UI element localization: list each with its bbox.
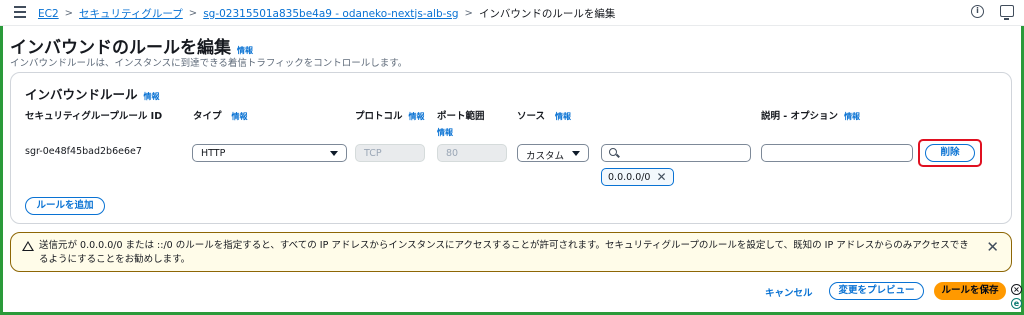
port-info-link[interactable]: 情報: [437, 127, 453, 138]
warning-alert: 送信元が 0.0.0.0/0 または ::/0 のルールを指定すると、すべての …: [10, 232, 1012, 272]
delete-highlight: [918, 139, 982, 167]
description-input[interactable]: [761, 144, 913, 162]
info-icon[interactable]: i: [971, 5, 984, 18]
preview-changes-button[interactable]: 変更をプレビュー: [829, 282, 924, 300]
close-icon[interactable]: ✕: [656, 171, 666, 183]
source-search-input[interactable]: [601, 144, 751, 162]
rule-id-value: sgr-0e48f45bad2b6e6e7: [25, 146, 142, 157]
source-token: 0.0.0.0/0 ✕: [601, 168, 674, 186]
breadcrumb-security-group[interactable]: sg-02315501a835be4a9 - odaneko-nextjs-al…: [203, 8, 458, 20]
assistant-icon[interactable]: e: [1011, 298, 1022, 309]
menu-icon[interactable]: [14, 6, 26, 18]
column-type: タイプ 情報: [193, 108, 248, 122]
protocol-field: TCP: [355, 144, 425, 162]
column-source: ソース 情報: [517, 108, 571, 122]
alert-text: 送信元が 0.0.0.0/0 または ::/0 のルールを指定すると、すべての …: [39, 240, 969, 265]
source-mode-value: カスタム: [526, 151, 565, 162]
close-icon[interactable]: ×: [1011, 284, 1022, 295]
panel-info-link[interactable]: 情報: [144, 92, 160, 101]
page-description: インバウンドルールは、インスタンスに到達できる着信トラフィックをコントロールしま…: [10, 58, 408, 69]
panel-title: インバウンドルール 情報: [25, 84, 160, 103]
column-rule-id: セキュリティグループルール ID: [25, 111, 163, 122]
page-info-link[interactable]: 情報: [237, 46, 253, 55]
column-description: 説明 - オプション 情報: [761, 108, 860, 122]
description-info-link[interactable]: 情報: [844, 112, 860, 121]
column-protocol: プロトコル 情報: [355, 108, 425, 122]
column-type-label: タイプ: [193, 111, 222, 122]
panel-title-text: インバウンドルール: [25, 87, 138, 102]
breadcrumb-separator: >: [188, 8, 198, 19]
protocol-info-link[interactable]: 情報: [409, 112, 425, 121]
type-info-link[interactable]: 情報: [232, 112, 248, 121]
column-port-range: ポート範囲: [437, 111, 485, 122]
column-source-label: ソース: [517, 111, 546, 122]
port-range-field: 80: [437, 144, 507, 162]
breadcrumb: EC2 > セキュリティグループ > sg-02315501a835be4a9 …: [38, 6, 615, 21]
cancel-button[interactable]: キャンセル: [765, 285, 813, 299]
caret-down-icon: [572, 151, 580, 156]
warning-icon: [22, 241, 34, 251]
search-icon: [609, 148, 617, 156]
inbound-rules-panel: インバウンドルール 情報 セキュリティグループルール ID タイプ 情報 プロトコル…: [10, 72, 1012, 224]
top-navigation: EC2 > セキュリティグループ > sg-02315501a835be4a9 …: [0, 0, 1024, 26]
breadcrumb-security-groups[interactable]: セキュリティグループ: [79, 6, 183, 21]
column-description-label: 説明 - オプション: [761, 111, 839, 122]
type-select[interactable]: HTTP: [192, 144, 347, 162]
breadcrumb-current: インバウンドのルールを編集: [478, 8, 616, 20]
save-rules-button[interactable]: ルールを保存: [934, 282, 1006, 300]
source-token-label: 0.0.0.0/0: [608, 171, 651, 183]
source-info-link[interactable]: 情報: [555, 112, 571, 121]
caret-down-icon: [330, 151, 338, 156]
breadcrumb-separator: >: [464, 8, 473, 19]
breadcrumb-ec2[interactable]: EC2: [38, 8, 59, 20]
column-protocol-label: プロトコル: [355, 111, 403, 122]
source-mode-select[interactable]: カスタム: [517, 144, 589, 162]
screen-icon[interactable]: [1000, 5, 1014, 20]
add-rule-button[interactable]: ルールを追加: [25, 197, 105, 215]
breadcrumb-separator: >: [64, 8, 74, 19]
type-select-value: HTTP: [201, 148, 226, 159]
close-icon[interactable]: ✕: [986, 238, 999, 256]
side-widget: × e: [1011, 284, 1022, 309]
